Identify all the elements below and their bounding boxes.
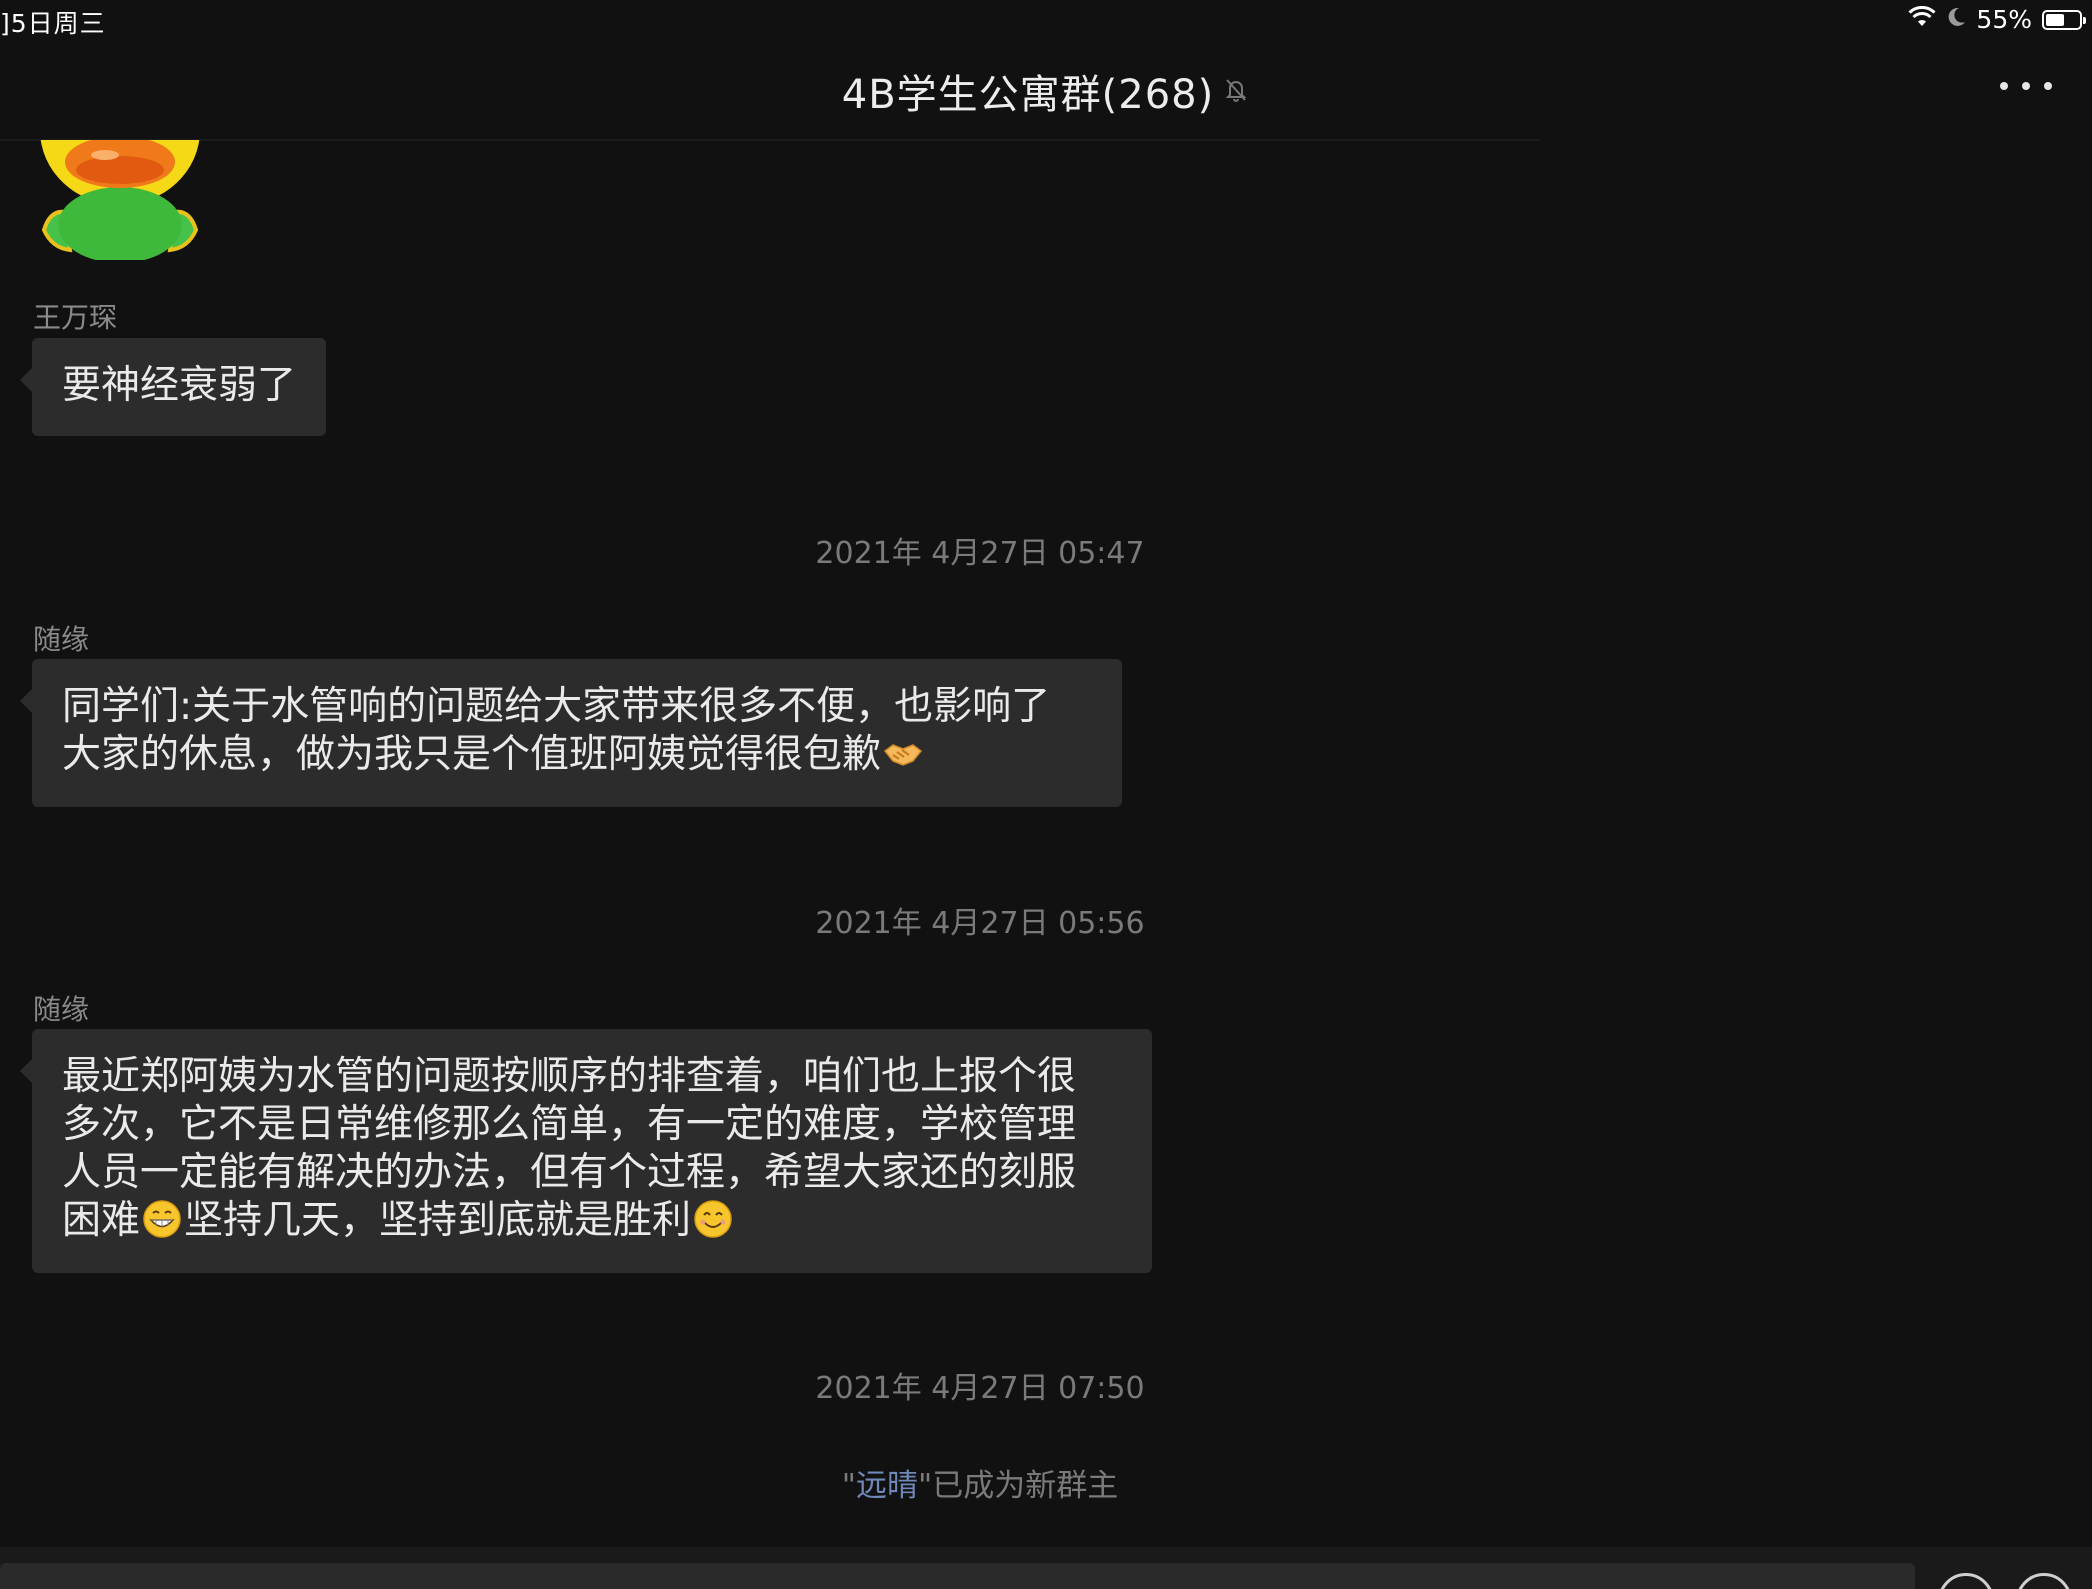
bell-slash-icon xyxy=(1222,75,1250,107)
chat-window: ]5日周三 55% 4B学生公寓群(268) 王万琛 要神经衰弱了 2021年 … xyxy=(0,0,2092,1589)
smile-emoji xyxy=(693,1199,733,1239)
more-options-button[interactable] xyxy=(2000,74,2052,98)
message-line: 多次，它不是日常维修那么简单，有一定的难度，学校管理 xyxy=(62,1102,1077,1147)
grin-emoji xyxy=(142,1199,182,1239)
duck-sticker-image[interactable] xyxy=(30,140,210,260)
chat-title[interactable]: 4B学生公寓群(268) xyxy=(842,62,1214,120)
new-owner-link[interactable]: 远晴 xyxy=(856,1468,918,1504)
status-indicators: 55% xyxy=(1908,5,2086,34)
message-input[interactable] xyxy=(0,1563,1915,1589)
status-bar: ]5日周三 55% xyxy=(0,0,2092,40)
moon-icon xyxy=(1946,5,1966,34)
system-quote: " xyxy=(841,1468,856,1504)
message-bubble[interactable]: 同学们:关于水管响的问题给大家带来很多不便，也影响了 大家的休息，做为我只是个值… xyxy=(20,659,1122,807)
wifi-icon xyxy=(1908,5,1936,34)
handshake-emoji xyxy=(883,733,923,773)
message-bubble[interactable]: 最近郑阿姨为水管的问题按顺序的排查着，咱们也上报个很 多次，它不是日常维修那么简… xyxy=(20,1029,1152,1273)
message-timestamp: 2021年 4月27日 05:47 xyxy=(815,536,1145,571)
emoji-button[interactable] xyxy=(1938,1573,1994,1589)
message-line-part: 困难 xyxy=(62,1198,141,1243)
message-timestamp: 2021年 4月27日 07:50 xyxy=(815,1371,1145,1406)
status-date: ]5日周三 xyxy=(0,9,106,38)
sender-name[interactable]: 随缘 xyxy=(33,988,89,1028)
message-text: 要神经衰弱了 xyxy=(62,363,297,408)
battery-percent: 55% xyxy=(1976,5,2032,34)
system-message: "远晴"已成为新群主 xyxy=(0,1460,1960,1505)
system-message-text: "已成为新群主 xyxy=(918,1468,1119,1504)
battery-icon xyxy=(2042,9,2086,30)
header-divider xyxy=(0,139,1540,141)
input-bar xyxy=(0,1547,2092,1589)
message-line: 最近郑阿姨为水管的问题按顺序的排查着，咱们也上报个很 xyxy=(62,1054,1077,1099)
message-bubble[interactable]: 要神经衰弱了 xyxy=(19,338,327,436)
message-line-wrap: 大家的休息，做为我只是个值班阿姨觉得很包歉 xyxy=(62,731,1092,779)
message-line: 同学们:关于水管响的问题给大家带来很多不便，也影响了 xyxy=(62,684,1051,729)
ellipsis-icon xyxy=(2000,82,2008,90)
sender-name[interactable]: 随缘 xyxy=(33,618,89,658)
add-attachment-button[interactable] xyxy=(2016,1573,2072,1589)
message-line: 大家的休息，做为我只是个值班阿姨觉得很包歉 xyxy=(62,732,882,777)
message-line-part: 坚持几天，坚持到底就是胜利 xyxy=(184,1198,692,1243)
message-line-wrap: 困难 坚持几天，坚持到底就是胜利 xyxy=(62,1197,1122,1245)
message-line: 人员一定能有解决的办法，但有个过程，希望大家还的刻服 xyxy=(62,1150,1077,1195)
chat-header: 4B学生公寓群(268) xyxy=(0,40,2092,140)
message-timestamp: 2021年 4月27日 05:56 xyxy=(815,906,1145,941)
sender-name[interactable]: 王万琛 xyxy=(33,296,117,336)
